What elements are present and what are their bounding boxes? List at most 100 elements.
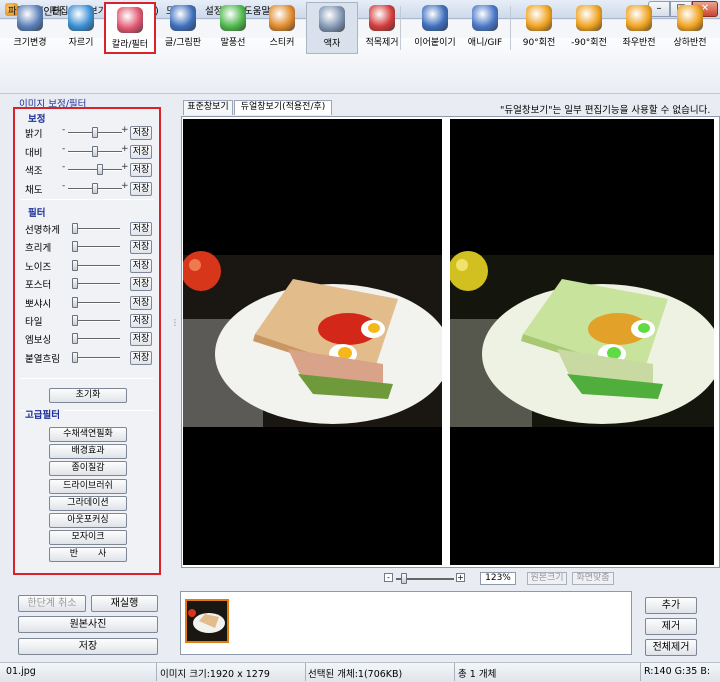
toolbar-button[interactable]: 애니/GIF <box>459 2 511 54</box>
slider-thumb[interactable] <box>96 164 103 176</box>
save-filter-button[interactable]: 저장 <box>130 295 152 310</box>
add-button[interactable]: 추가 <box>645 597 697 614</box>
advanced-filter-title: 고급필터 <box>25 407 63 421</box>
before-photo <box>183 251 442 427</box>
increase-icon: + <box>121 143 129 154</box>
animation-icon <box>472 5 498 31</box>
panel-splitter-grip[interactable]: ⋮ <box>171 318 179 328</box>
toolbar-button-label: 이어붙이기 <box>414 38 456 48</box>
after-photo <box>450 251 714 427</box>
slider-thumb[interactable] <box>92 145 98 157</box>
slider-thumb[interactable] <box>72 278 78 290</box>
save-filter-button[interactable]: 저장 <box>130 277 152 292</box>
red-eye-icon <box>369 5 395 31</box>
tab-standard-view[interactable]: 표준창보기 <box>183 100 233 115</box>
save-filter-button[interactable]: 저장 <box>130 314 152 328</box>
zoom-out-button[interactable]: - <box>384 573 393 582</box>
redo-button[interactable]: 재실행 <box>91 595 158 612</box>
save-correction-button[interactable]: 저장 <box>130 182 152 197</box>
slider-thumb[interactable] <box>72 315 78 326</box>
zoom-in-button[interactable]: + <box>456 573 465 582</box>
slider-thumb[interactable] <box>72 259 78 271</box>
slider-label: 흐리게 <box>25 243 52 255</box>
advanced-filter-button[interactable]: 종이질감 <box>49 461 127 477</box>
status-image-size: 이미지 크기:1920 x 1279 <box>160 669 270 680</box>
after-image-pane <box>450 119 714 565</box>
original-size-button[interactable]: 원본크기 <box>527 572 567 585</box>
save-filter-button[interactable]: 저장 <box>130 350 152 365</box>
save-correction-button[interactable]: 저장 <box>130 126 152 140</box>
toolbar-button[interactable]: 상하반전 <box>664 2 716 54</box>
toolbar-button[interactable]: 말풍선 <box>207 2 259 54</box>
toolbar-button[interactable]: 스티커 <box>256 2 308 54</box>
slider-track[interactable] <box>72 320 120 322</box>
slider-label: 채도 <box>25 185 43 197</box>
status-selected: 선택된 개체:1(706KB) <box>308 669 403 680</box>
toolbar-button-label: 스티커 <box>269 38 295 48</box>
toolbar-button[interactable]: 이어붙이기 <box>409 2 461 54</box>
advanced-filter-button[interactable]: 배경효과 <box>49 444 127 460</box>
slider-track[interactable] <box>72 356 120 359</box>
toolbar-button[interactable]: 액자 <box>306 2 358 54</box>
save-correction-button[interactable]: 저장 <box>130 144 152 159</box>
toolbar-button[interactable]: -90°회전 <box>563 2 615 54</box>
advanced-filter-button[interactable]: 수채색연필화 <box>49 427 127 442</box>
status-divider <box>305 663 306 681</box>
slider-label: 엠보싱 <box>25 335 52 347</box>
toolbar-button-label: 크기변경 <box>13 38 47 48</box>
save-filter-button[interactable]: 저장 <box>130 258 152 273</box>
slider-thumb[interactable] <box>92 183 98 195</box>
slider-thumb[interactable] <box>92 127 98 138</box>
toolbar-button[interactable]: 자르기 <box>55 2 107 54</box>
slider-track[interactable] <box>72 264 120 267</box>
zoom-slider-thumb[interactable] <box>401 573 408 584</box>
undo-button[interactable]: 한단계 취소 <box>18 595 86 612</box>
fit-screen-button[interactable]: 화면맞춤 <box>572 572 614 585</box>
thumbnail-item[interactable] <box>185 599 229 643</box>
slider-thumb[interactable] <box>72 296 78 308</box>
toolbar-button-label: 90°회전 <box>522 38 556 48</box>
toolbar-button[interactable]: 90°회전 <box>513 2 565 54</box>
toolbar-button[interactable]: 좌우반전 <box>613 2 665 54</box>
toolbar-button-label: 자르기 <box>68 38 94 48</box>
remove-all-button[interactable]: 전체제거 <box>645 639 697 656</box>
decrease-icon: - <box>62 162 66 173</box>
section-divider <box>20 199 154 200</box>
toolbar-button[interactable]: 크기변경 <box>4 2 56 54</box>
slider-label: 포스터 <box>25 280 52 292</box>
slider-track[interactable] <box>68 169 122 172</box>
save-correction-button[interactable]: 저장 <box>130 163 152 178</box>
advanced-filter-button[interactable]: 그라데이션 <box>49 495 127 511</box>
slider-label: 뽀샤시 <box>25 298 52 310</box>
slider-thumb[interactable] <box>72 223 78 234</box>
save-filter-button[interactable]: 저장 <box>130 222 152 236</box>
remove-button[interactable]: 제거 <box>645 618 697 635</box>
frame-icon <box>319 6 345 32</box>
toolbar-button-label: 글/그림판 <box>164 38 202 48</box>
slider-thumb[interactable] <box>72 241 78 253</box>
advanced-filter-button[interactable]: 드라이브러쉬 <box>49 478 127 494</box>
save-button[interactable]: 저장 <box>18 638 158 655</box>
slider-track[interactable] <box>72 246 120 249</box>
tab-dual-view[interactable]: 듀얼창보기(적용전/후) <box>234 100 332 115</box>
status-total: 총 1 개체 <box>458 669 497 680</box>
toolbar-button[interactable]: 글/그림판 <box>157 2 209 54</box>
slider-track[interactable] <box>72 301 120 304</box>
merge-icon <box>422 5 448 31</box>
slider-track[interactable] <box>72 338 120 341</box>
reset-button[interactable]: 초기화 <box>49 388 127 403</box>
slider-thumb[interactable] <box>72 351 78 363</box>
slider-track[interactable] <box>72 283 120 286</box>
original-photo-button[interactable]: 원본사진 <box>18 616 158 633</box>
save-filter-button[interactable]: 저장 <box>130 332 152 347</box>
rotate-right-icon <box>526 5 552 31</box>
toolbar-button[interactable]: 칼라/필터 <box>104 2 156 54</box>
advanced-filter-button[interactable]: 모자이크 <box>49 530 127 546</box>
advanced-filter-button[interactable]: 아웃포커싱 <box>49 513 127 528</box>
slider-track[interactable] <box>72 228 120 230</box>
advanced-filter-button[interactable]: 반 사 <box>49 547 127 563</box>
save-filter-button[interactable]: 저장 <box>130 240 152 255</box>
slider-thumb[interactable] <box>72 333 78 345</box>
increase-icon: + <box>121 162 129 173</box>
increase-icon: + <box>121 181 129 192</box>
